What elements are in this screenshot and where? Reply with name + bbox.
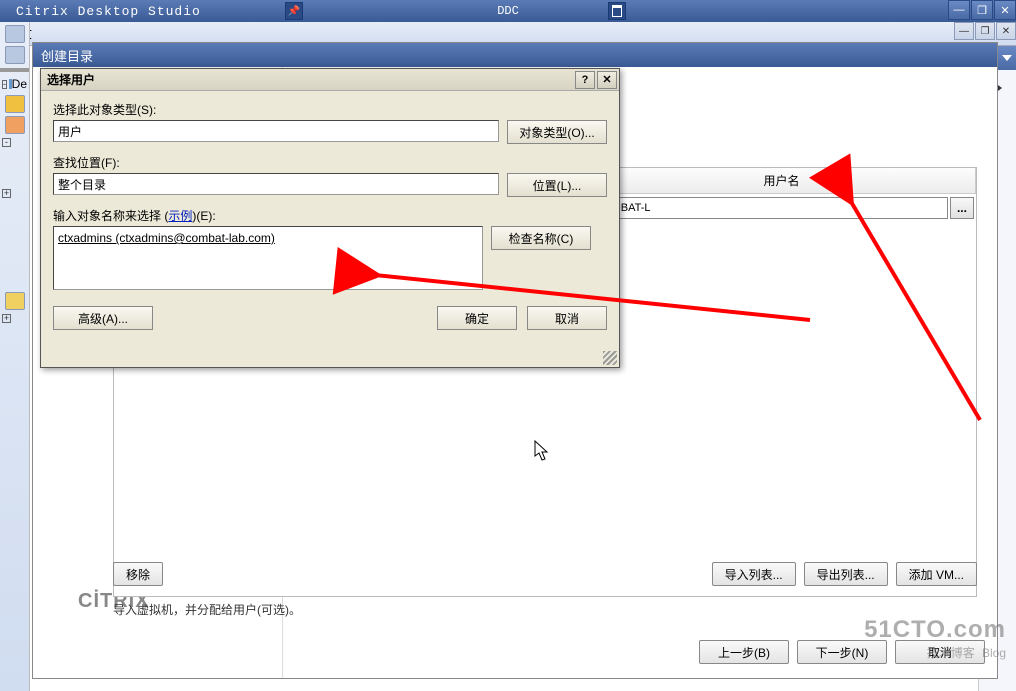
inner-window-buttons: — ❐ ✕ — [953, 22, 1016, 40]
export-list-button[interactable]: 导出列表... — [804, 562, 888, 586]
inner-close-button[interactable]: ✕ — [996, 22, 1016, 40]
tree-node-label: De — [12, 77, 27, 91]
object-names-value: ctxadmins (ctxadmins@combat-lab.com) — [58, 231, 275, 245]
window-buttons: — ❐ ✕ — [947, 0, 1016, 22]
cancel-button[interactable]: 取消 — [527, 306, 607, 330]
app-title: Citrix Desktop Studio — [0, 4, 201, 19]
remove-button[interactable]: 移除 — [113, 562, 163, 586]
help-button[interactable]: ? — [575, 71, 595, 89]
tree-node[interactable]: + — [0, 313, 29, 324]
example-link[interactable]: 示例 — [168, 209, 192, 223]
titlebar-center: DDC — [497, 4, 519, 18]
inner-restore-button[interactable]: ❐ — [975, 22, 995, 40]
object-type-field[interactable]: 用户 — [53, 120, 499, 142]
check-names-button[interactable]: 检查名称(C) — [491, 226, 591, 250]
close-button[interactable]: ✕ — [994, 0, 1016, 20]
next-button[interactable]: 下一步(N) — [797, 640, 887, 664]
dialog-close-button[interactable]: ✕ — [597, 71, 617, 89]
location-label: 查找位置(F): — [53, 154, 607, 171]
strip-icon[interactable] — [5, 46, 25, 64]
user-value[interactable]: COMBAT-L — [590, 197, 948, 219]
user-browse-button[interactable]: ... — [950, 197, 974, 219]
wizard-nav-buttons: 上一步(B) 下一步(N) 取消 — [699, 640, 985, 664]
grid-button-row: 移除 导入列表... 导出列表... 添加 VM... — [113, 562, 977, 586]
wizard-cancel-button[interactable]: 取消 — [895, 640, 985, 664]
pin-icon[interactable]: 📌 — [285, 2, 303, 20]
advanced-button[interactable]: 高级(A)... — [53, 306, 153, 330]
restore-button[interactable]: ❐ — [971, 0, 993, 20]
object-names-textarea[interactable]: ctxadmins (ctxadmins@combat-lab.com) — [53, 226, 483, 290]
tree-node[interactable]: - — [0, 137, 29, 148]
names-label-pre: 输入对象名称来选择 ( — [53, 209, 168, 223]
select-user-title-text: 选择用户 — [47, 71, 95, 88]
import-list-button[interactable]: 导入列表... — [712, 562, 796, 586]
tree-node[interactable]: + — [0, 188, 29, 199]
strip-icon[interactable] — [5, 292, 25, 310]
select-user-dialog: 选择用户 ? ✕ 选择此对象类型(S): 用户 对象类型(O)... 查找位置(… — [40, 68, 620, 368]
object-type-button[interactable]: 对象类型(O)... — [507, 120, 607, 144]
object-type-label: 选择此对象类型(S): — [53, 101, 607, 118]
strip-icon[interactable] — [5, 25, 25, 43]
select-user-bottom: 高级(A)... 确定 取消 — [53, 306, 607, 330]
chevron-down-icon — [1002, 55, 1012, 61]
col-user[interactable]: 用户名 — [588, 168, 976, 193]
location-field[interactable]: 整个目录 — [53, 173, 499, 195]
titlebar-box-icon[interactable] — [608, 2, 626, 20]
left-strip: -De - + + — [0, 22, 30, 691]
location-button[interactable]: 位置(L)... — [507, 173, 607, 197]
wizard-title: 创建目录 — [33, 43, 997, 67]
strip-icon[interactable] — [5, 116, 25, 134]
ok-button[interactable]: 确定 — [437, 306, 517, 330]
wizard-hint: 导入虚拟机，并分配给用户(可选)。 — [113, 601, 301, 618]
names-label: 输入对象名称来选择 (示例)(E): — [53, 207, 607, 224]
select-user-body: 选择此对象类型(S): 用户 对象类型(O)... 查找位置(F): 整个目录 … — [41, 91, 619, 340]
tree-node[interactable]: -De — [0, 76, 29, 92]
names-label-post: )(E): — [192, 209, 215, 223]
window-titlebar: Citrix Desktop Studio 📌 DDC — ❐ ✕ — [0, 0, 1016, 22]
prev-button[interactable]: 上一步(B) — [699, 640, 789, 664]
select-user-title[interactable]: 选择用户 ? ✕ — [41, 69, 619, 91]
strip-icon[interactable] — [5, 95, 25, 113]
inner-minimize-button[interactable]: — — [954, 22, 974, 40]
resize-grip[interactable] — [603, 351, 617, 365]
add-vm-button[interactable]: 添加 VM... — [896, 562, 977, 586]
minimize-button[interactable]: — — [948, 0, 970, 20]
strip-splitter — [0, 68, 29, 72]
